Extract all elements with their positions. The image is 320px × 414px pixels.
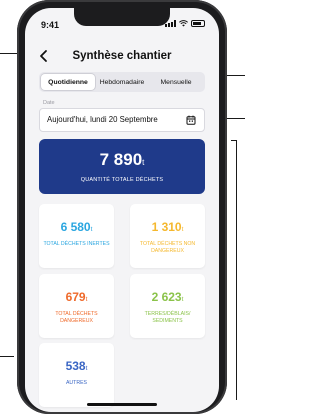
date-picker-field[interactable]: Aujourd'hui, lundi 20 Septembre xyxy=(39,108,205,132)
total-waste-unit: t xyxy=(142,158,145,167)
annotation-bracket-cards-top xyxy=(231,140,237,141)
phone-notch xyxy=(74,8,170,26)
date-field-value: Aujourd'hui, lundi 20 Septembre xyxy=(47,115,158,124)
stat-card-inert[interactable]: 6 580t TOTAL DÉCHETS INERTES xyxy=(39,204,114,268)
tab-monthly[interactable]: Mensuelle xyxy=(149,74,203,90)
date-field-label: Date xyxy=(43,100,55,106)
stat-number: 679 xyxy=(65,290,86,304)
stat-number: 2 623 xyxy=(151,290,182,304)
stat-card-other[interactable]: 538t AUTRES xyxy=(39,343,114,407)
annotation-line-bottom xyxy=(0,356,14,357)
stat-label: TOTAL DÉCHETS NON DANGEREUX xyxy=(139,241,196,254)
period-segmented-control: Quotidienne Hebdomadaire Mensuelle xyxy=(39,72,205,92)
total-waste-number: 7 890 xyxy=(99,150,143,169)
top-bar: Synthèse chantier xyxy=(25,46,219,66)
stat-label: AUTRES xyxy=(65,380,88,386)
stat-label: TOTAL DÉCHETS INERTES xyxy=(43,241,110,247)
stat-card-hazardous[interactable]: 679t TOTAL DÉCHETS DANGEREUX xyxy=(39,274,114,338)
stat-value: 538t xyxy=(39,359,114,373)
stat-unit: t xyxy=(85,296,88,303)
stat-number: 538 xyxy=(65,359,86,373)
total-waste-value: 7 890t xyxy=(39,150,205,170)
stat-label: TERRES/DÉBLAIS/ SEDIMENTS xyxy=(144,311,191,324)
stat-value: 2 623t xyxy=(130,290,205,304)
stat-number: 1 310 xyxy=(151,220,182,234)
stat-value: 6 580t xyxy=(39,220,114,234)
stat-value: 679t xyxy=(39,290,114,304)
annotation-bracket-cards xyxy=(236,140,237,400)
stat-unit: t xyxy=(181,296,184,303)
home-indicator xyxy=(87,403,157,406)
status-icons xyxy=(165,20,205,27)
cellular-signal-icon xyxy=(165,20,176,27)
tab-weekly[interactable]: Hebdomadaire xyxy=(95,74,149,90)
stat-unit: t xyxy=(90,226,93,233)
stat-value: 1 310t xyxy=(130,220,205,234)
stat-label: TOTAL DÉCHETS DANGEREUX xyxy=(55,311,98,324)
battery-icon xyxy=(191,20,205,27)
status-time: 9:41 xyxy=(41,20,60,30)
stat-unit: t xyxy=(85,365,88,372)
app-screen: 9:41 Synthèse chantier Quotidienne Hebdo… xyxy=(25,8,219,412)
calendar-icon[interactable] xyxy=(186,115,196,125)
stat-number: 6 580 xyxy=(60,220,91,234)
wifi-icon xyxy=(179,20,188,27)
page-title: Synthèse chantier xyxy=(72,50,172,62)
mockup-stage: 9:41 Synthèse chantier Quotidienne Hebdo… xyxy=(0,0,245,414)
total-waste-label: QUANTITÉ TOTALE DÉCHETS xyxy=(80,177,164,183)
stat-card-soil-sediments[interactable]: 2 623t TERRES/DÉBLAIS/ SEDIMENTS xyxy=(130,274,205,338)
total-waste-card[interactable]: 7 890t QUANTITÉ TOTALE DÉCHETS xyxy=(39,139,205,194)
stat-card-non-hazardous[interactable]: 1 310t TOTAL DÉCHETS NON DANGEREUX xyxy=(130,204,205,268)
tab-daily[interactable]: Quotidienne xyxy=(41,74,95,90)
phone-frame: 9:41 Synthèse chantier Quotidienne Hebdo… xyxy=(17,0,227,414)
stat-unit: t xyxy=(181,226,184,233)
